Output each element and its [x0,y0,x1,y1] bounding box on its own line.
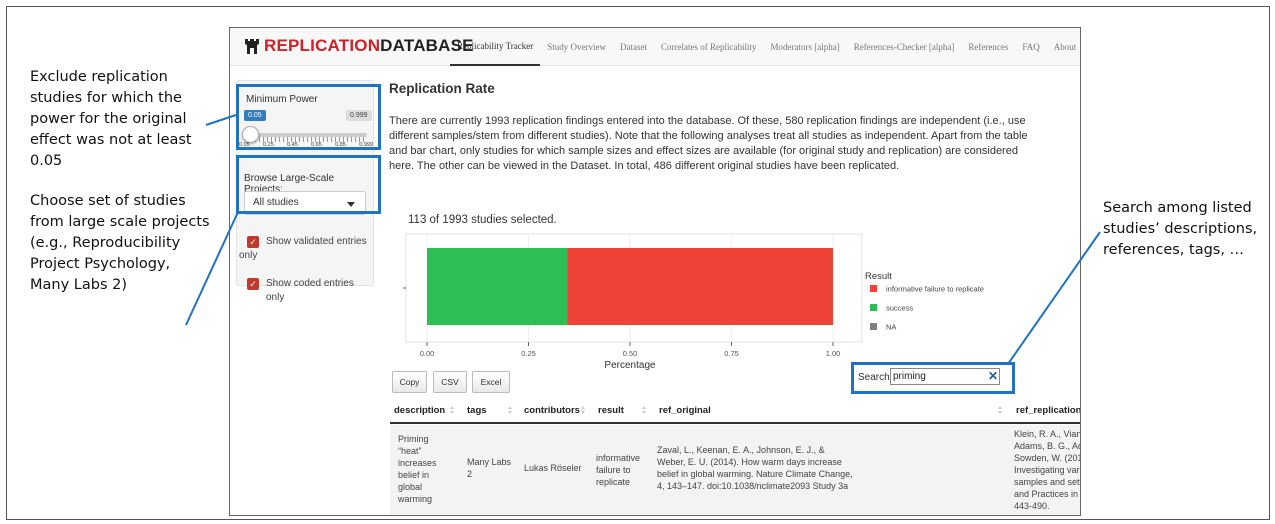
x-tick-label: 0.75 [724,349,739,358]
excel-button[interactable]: Excel [472,371,510,393]
x-tick-label: 1.00 [826,349,841,358]
coded-checkbox[interactable]: ✓ [247,278,259,290]
brand-text-eplication: EPLICATION [276,36,381,55]
sort-icon[interactable] [642,406,647,415]
coded-checkbox-label: Show coded entries only [266,278,354,303]
sort-icon[interactable] [450,406,455,415]
legend-swatch [870,285,877,292]
sort-icon[interactable] [998,406,1003,415]
annotation-power: Exclude replication studies for which th… [30,69,192,169]
selected-count: 113 of 1993 studies selected. [408,214,557,226]
validated-checkbox-label: Show validated entries [266,236,367,247]
sort-icon[interactable] [508,406,513,415]
tab-moderators[interactable]: Moderators [alpha] [763,28,846,66]
brand-letter-d: D [380,36,393,55]
cell-ref-original: Zaval, L., Keenan, E. A., Johnson, E. J.… [657,445,853,491]
cell-contributors: Lukas Röseler [524,463,582,473]
col-ref-original[interactable]: ref_original [659,405,711,416]
copy-button[interactable]: Copy [392,371,427,393]
brand-letter-r: R [264,36,277,55]
table-row[interactable]: Priming “heat” increases belief in globa… [390,425,1080,515]
col-description[interactable]: description [394,405,445,416]
page-title: Replication Rate [389,81,495,96]
legend-swatch [870,323,877,330]
tab-study-overview[interactable]: Study Overview [540,28,613,66]
x-tick-label: 0.25 [521,349,536,358]
navbar: R EPLICATION D ATABASE Replicability Track… [230,28,1080,66]
nav-tabs: Replicability Tracker Study Overview Dat… [450,28,1080,66]
x-tick-label: 0.50 [623,349,638,358]
tab-dataset[interactable]: Dataset [613,28,654,66]
highlight-box-power [236,84,381,150]
annotation-search: Search among listed studies’ description… [1103,200,1258,258]
tab-correlates[interactable]: Correlates of Replicability [654,28,763,66]
tab-faq[interactable]: FAQ [1015,28,1046,66]
col-ref-replication[interactable]: ref_replication [1016,405,1080,416]
x-tick-label: 0.00 [420,349,435,358]
bar-segment-informative-failure-to-replicate [567,248,833,325]
legend-label: informative failure to replicate [886,285,984,294]
highlight-box-search [851,362,1015,394]
annotation-projects: Choose set of studies from large scale p… [30,193,210,293]
table-header: description tags contributors result ref… [390,396,1080,424]
x-axis-label: Percentage [604,360,656,371]
castle-icon [245,39,259,54]
cell-description: Priming “heat” increases belief in globa… [398,434,437,504]
tab-references[interactable]: References [961,28,1015,66]
col-tags[interactable]: tags [467,405,487,416]
tab-references-checker[interactable]: References-Checker [alpha] [847,28,962,66]
cell-ref-replication: Klein, R. A., Vianello, M., Hasselm Adam… [1014,429,1080,511]
brand-logo[interactable]: R EPLICATION D ATABASE [244,36,474,56]
legend-label: success [886,304,913,313]
csv-button[interactable]: CSV [433,371,467,393]
legend-swatch [870,304,877,311]
tab-replicability-tracker[interactable]: Replicability Tracker [450,28,541,66]
col-contributors[interactable]: contributors [524,405,580,416]
cell-tags: Many Labs 2 [467,457,512,479]
legend-label: NA [886,323,896,332]
validated-checkbox-label-cont: only [239,250,258,261]
intro-text: There are currently 1993 replication fin… [389,115,1028,172]
legend-title: Result [865,271,892,282]
sort-icon[interactable] [581,406,586,415]
validated-checkbox[interactable]: ✓ [247,236,259,248]
tab-about[interactable]: About [1047,28,1080,66]
bar-segment-success [427,248,568,325]
cell-result: informative failure to replicate [596,453,641,487]
highlight-box-projects [236,155,381,214]
col-result[interactable]: result [598,405,624,416]
